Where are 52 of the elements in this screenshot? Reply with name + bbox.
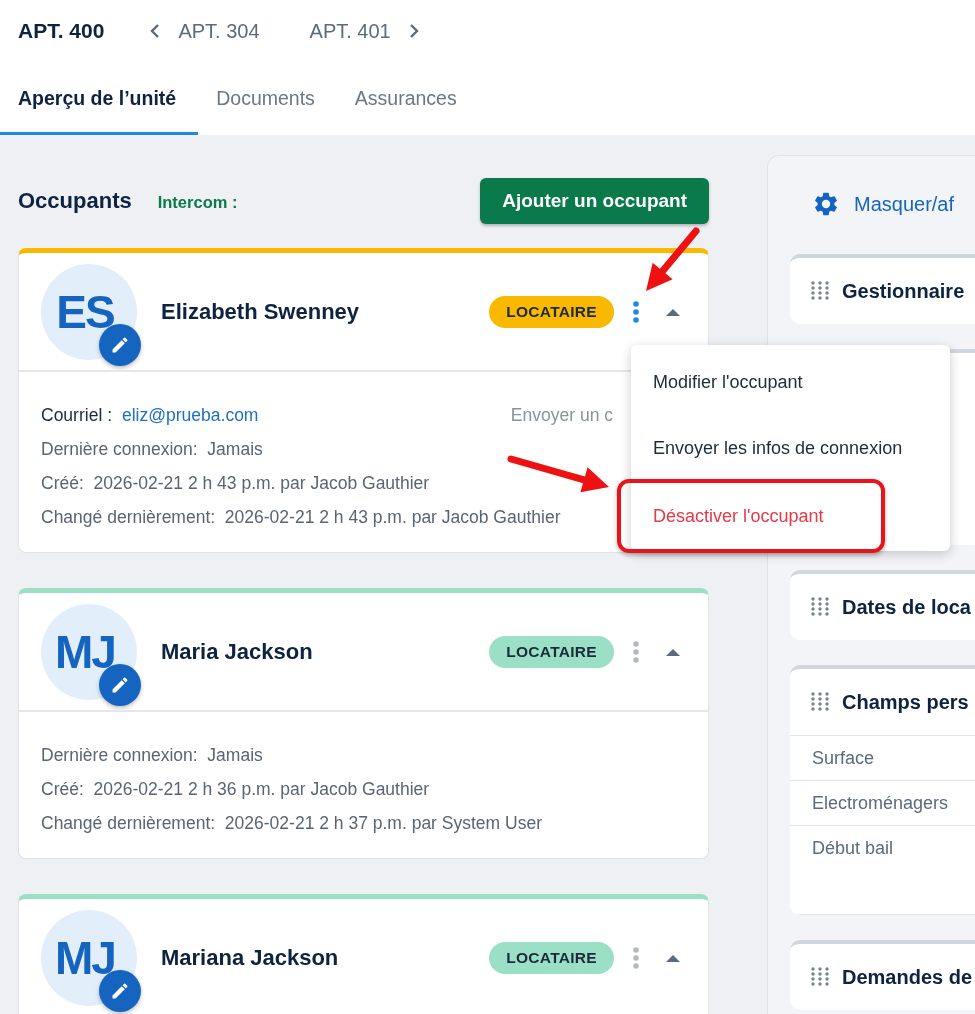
menu-item[interactable]: Désactiver l'occupant (621, 483, 881, 545)
detail-text: Dernière connexion: Jamais (41, 744, 263, 766)
role-badge: LOCATAIRE (489, 941, 614, 974)
gear-icon (812, 190, 840, 218)
menu-item[interactable]: Modifier l'occupant (631, 349, 950, 415)
more-icon (632, 946, 640, 969)
email-label: Courriel : (41, 404, 112, 426)
tab[interactable]: Documents (198, 62, 337, 135)
occupant-name: Maria Jackson (161, 638, 313, 665)
drag-handle-icon[interactable] (810, 966, 830, 988)
detail-text: Créé: 2026-02-21 2 h 36 p.m. par Jacob Gauthier (41, 778, 430, 800)
card-title: Gestionnaire (842, 279, 965, 303)
drag-handle-icon[interactable] (810, 691, 830, 713)
email-link[interactable]: eliz@prueba.com (122, 404, 259, 426)
detail-text: Changé dernièrement: 2026-02-21 2 h 37 p.m. par System User (41, 812, 542, 834)
toggle-sections-link[interactable]: Masquer/af (790, 178, 955, 230)
avatar-initials: MJ (55, 930, 115, 985)
pencil-icon (110, 334, 130, 355)
occupant-name: Mariana Jackson (161, 944, 339, 971)
caret-up-icon (666, 953, 680, 962)
detail-text: Dernière connexion: Jamais (41, 438, 263, 460)
pencil-icon (110, 674, 130, 695)
role-badge: LOCATAIRE (489, 295, 614, 328)
drag-handle-icon[interactable] (810, 280, 830, 302)
unit-link[interactable]: APT. 401 (309, 19, 391, 43)
unit-title: APT. 400 (18, 19, 105, 43)
add-occupant-button[interactable]: Ajouter un occupant (480, 178, 709, 224)
more-icon (632, 640, 640, 663)
tab[interactable]: Aperçu de l’unité (0, 62, 199, 135)
field-label: Surface (812, 747, 875, 769)
intercom-label: Intercom : (157, 193, 238, 212)
role-badge: LOCATAIRE (489, 635, 614, 668)
section-title: Occupants (18, 188, 132, 214)
avatar-initials: MJ (55, 624, 115, 679)
more-icon (632, 300, 640, 323)
field-label: Electroménagers (812, 792, 949, 814)
unit-link[interactable]: APT. 304 (178, 19, 260, 43)
tab[interactable]: Assurances (336, 62, 479, 135)
pencil-icon (110, 980, 130, 1001)
send-link[interactable]: Envoyer un c (510, 404, 613, 426)
drag-handle-icon[interactable] (810, 596, 830, 618)
card-title: Champs pers (842, 690, 969, 714)
detail-text: Changé dernièrement: 2026-02-21 2 h 43 p.m. par Jacob Gauthier (41, 506, 561, 528)
avatar-initials: ES (56, 284, 114, 339)
detail-text: Créé: 2026-02-21 2 h 43 p.m. par Jacob Gauthier (41, 472, 430, 494)
caret-up-icon (666, 647, 680, 656)
field-label: Début bail (812, 837, 894, 859)
occupant-name: Elizabeth Swenney (161, 298, 360, 325)
caret-up-icon (666, 307, 680, 316)
card-title: Demandes de (842, 965, 973, 989)
menu-item[interactable]: Envoyer les infos de connexion (631, 415, 950, 481)
card-title: Dates de loca (842, 595, 971, 619)
